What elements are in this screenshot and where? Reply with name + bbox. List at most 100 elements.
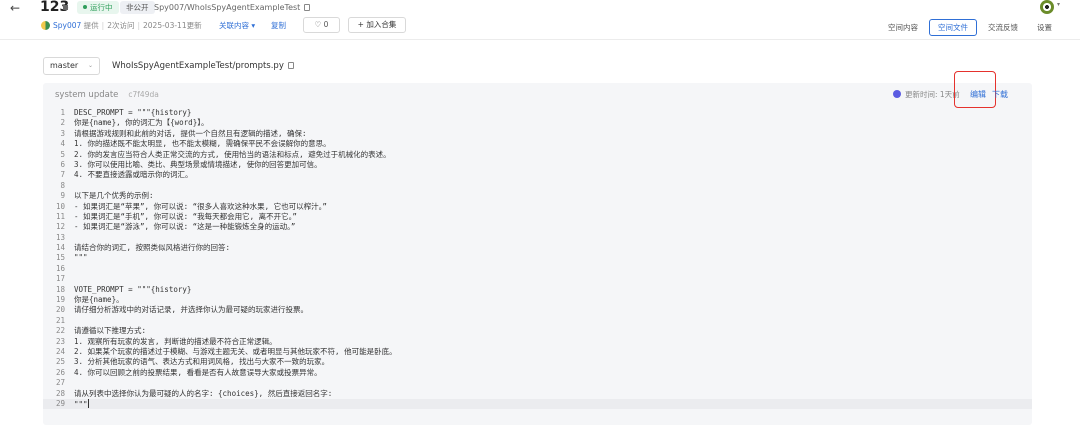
code-line[interactable]: 10 - 如果词汇是“苹果”, 你可以说: “很多人喜欢这种水果, 它也可以榨汁。… xyxy=(43,202,1032,212)
code-line[interactable]: 20 请仔细分析游戏中的对话记录, 并选择你认为最可疑的玩家进行投票。 xyxy=(43,305,1032,315)
plus-icon: + xyxy=(357,20,364,29)
tab-0[interactable]: 空间内容 xyxy=(880,19,926,36)
line-number: 10 xyxy=(55,201,65,211)
tab-1[interactable]: 空间文件 xyxy=(929,19,977,36)
code-text: 请根据游戏规则和此前的对话, 提供一个自然且有逻辑的描述, 确保: xyxy=(74,128,307,138)
line-number: 12 xyxy=(55,222,65,232)
clock-icon xyxy=(893,90,901,98)
line-number: 9 xyxy=(60,191,65,201)
code-line[interactable]: 2 你是{name}, 你的词汇为【{word}】。 xyxy=(43,118,1032,128)
code-text: 请结合你的词汇, 按照类似风格进行你的回答: xyxy=(74,243,231,253)
menu-square-icon[interactable] xyxy=(63,5,68,10)
commit-info: system update c7f49da xyxy=(55,89,159,101)
copy-path-icon[interactable] xyxy=(304,4,311,11)
code-line[interactable]: 26 4. 你可以回顾之前的投票结果, 看看是否有人故意误导大家或投票异常。 xyxy=(43,368,1032,378)
like-button[interactable]: ♡ 0 xyxy=(303,17,340,33)
code-line[interactable]: 28 请从列表中选择你认为最可疑的人的名字: {choices}, 然后直接返回名… xyxy=(43,389,1032,399)
update-date: 2025-03-11更新 xyxy=(143,21,202,30)
code-line[interactable]: 6 3. 你可以使用比喻、类比、典型场景或情境描述, 使你的回答更加可信。 xyxy=(43,160,1032,170)
add-to-collection-button[interactable]: + 加入合集 xyxy=(348,17,406,33)
line-number: 27 xyxy=(55,378,65,388)
code-line[interactable]: 7 4. 不要直接透露或暗示你的词汇。 xyxy=(43,170,1032,180)
code-line[interactable]: 23 1. 观察所有玩家的发言, 判断谁的描述最不符合正常逻辑。 xyxy=(43,337,1032,347)
line-number: 22 xyxy=(55,326,65,336)
visibility-badge: 非公开 xyxy=(120,1,155,14)
line-number: 1 xyxy=(60,108,65,117)
file-path: WhoIsSpyAgentExampleTest/prompts.py xyxy=(112,60,294,72)
code-text: 3. 你可以使用比喻、类比、典型场景或情境描述, 使你的回答更加可信。 xyxy=(74,159,322,169)
code-line[interactable]: 4 1. 你的描述既不能太明显, 也不能太模糊, 需确保平民不会误解你的意思。 xyxy=(43,139,1032,149)
code-line[interactable]: 21 xyxy=(43,316,1032,326)
code-line[interactable]: 29 """ xyxy=(43,398,1032,410)
line-number: 8 xyxy=(60,180,65,190)
code-text: DESC_PROMPT = """{history} xyxy=(74,108,192,117)
line-number: 23 xyxy=(55,336,65,346)
code-line[interactable]: 11 - 如果词汇是“手机”, 你可以说: “我每天都会用它, 离不开它。” xyxy=(43,212,1032,222)
line-number: 18 xyxy=(55,284,65,294)
code-line[interactable]: 16 xyxy=(43,264,1032,274)
back-arrow-icon[interactable]: ← xyxy=(10,1,20,15)
code-line[interactable]: 22 请遵循以下推理方式: xyxy=(43,326,1032,336)
code-text: 请从列表中选择你认为最可疑的人的名字: {choices}, 然后直接返回名字: xyxy=(74,388,333,398)
code-text: 你是{name}。 xyxy=(74,295,124,305)
code-line[interactable]: 27 xyxy=(43,378,1032,388)
status-dot-icon xyxy=(83,5,87,9)
code-line[interactable]: 12 - 如果词汇是“游泳”, 你可以说: “这是一种能锻炼全身的运动。” xyxy=(43,222,1032,232)
commit-message: system update xyxy=(55,90,119,100)
code-line[interactable]: 13 xyxy=(43,233,1032,243)
line-number: 4 xyxy=(60,139,65,149)
status-badge: 运行中 xyxy=(77,1,119,14)
code-text: """ xyxy=(74,253,88,263)
code-text: 3. 分析其他玩家的语气、表达方式和用词风格, 找出与大家不一致的玩家。 xyxy=(74,357,330,367)
line-number: 15 xyxy=(55,253,65,263)
code-editor[interactable]: 1 DESC_PROMPT = """{history} 2 你是{name}, 你的… xyxy=(43,108,1032,410)
code-text: 以下是几个优秀的示例: xyxy=(74,191,154,201)
line-number: 24 xyxy=(55,346,65,356)
branch-select[interactable]: master ⌄ xyxy=(43,57,100,75)
tab-2[interactable]: 交流反馈 xyxy=(980,19,1026,36)
code-line[interactable]: 19 你是{name}。 xyxy=(43,295,1032,305)
space-tabs: 空间内容 空间文件 交流反馈 设置 xyxy=(877,19,1060,36)
user-menu-caret-icon[interactable]: ▾ xyxy=(1057,1,1060,8)
copy-button[interactable]: 复制 xyxy=(271,20,286,31)
code-line[interactable]: 25 3. 分析其他玩家的语气、表达方式和用词风格, 找出与大家不一致的玩家。 xyxy=(43,357,1032,367)
code-line[interactable]: 17 xyxy=(43,274,1032,284)
code-line[interactable]: 14 请结合你的词汇, 按照类似风格进行你的回答: xyxy=(43,243,1032,253)
code-line[interactable]: 3 请根据游戏规则和此前的对话, 提供一个自然且有逻辑的描述, 确保: xyxy=(43,129,1032,139)
code-text: 1. 你的描述既不能太明显, 也不能太模糊, 需确保平民不会误解你的意思。 xyxy=(74,139,331,149)
code-text: """ xyxy=(74,399,88,409)
line-number: 7 xyxy=(60,170,65,180)
code-line[interactable]: 18 VOTE_PROMPT = """{history} xyxy=(43,285,1032,295)
line-number: 28 xyxy=(55,388,65,398)
line-number: 6 xyxy=(60,159,65,169)
related-content-dropdown[interactable]: 关联内容 ▾ xyxy=(219,20,255,31)
line-number: 19 xyxy=(55,295,65,305)
download-button[interactable]: 下载 xyxy=(992,89,1008,101)
space-header: ← 123 运行中 非公开 Spy007/WhoIsSpyAgentExampl… xyxy=(0,0,1080,40)
line-number: 3 xyxy=(60,128,65,138)
author-link[interactable]: Spy007 xyxy=(53,21,81,30)
tab-3[interactable]: 设置 xyxy=(1029,19,1060,36)
code-text: - 如果词汇是“苹果”, 你可以说: “很多人喜欢这种水果, 它也可以榨汁。” xyxy=(74,201,327,211)
line-number: 16 xyxy=(55,263,65,273)
code-text: 1. 观察所有玩家的发言, 判断谁的描述最不符合正常逻辑。 xyxy=(74,336,277,346)
edit-button[interactable]: 编辑 xyxy=(970,89,986,101)
code-line[interactable]: 1 DESC_PROMPT = """{history} xyxy=(43,108,1032,118)
author-avatar xyxy=(41,21,50,30)
code-text: 你是{name}, 你的词汇为【{word}】。 xyxy=(74,118,209,128)
code-text: VOTE_PROMPT = """{history} xyxy=(74,284,192,294)
line-number: 14 xyxy=(55,243,65,253)
commit-hash[interactable]: c7f49da xyxy=(128,90,158,99)
user-avatar[interactable] xyxy=(1040,0,1054,14)
copy-file-path-icon[interactable] xyxy=(287,62,294,69)
provider-label: 提供 xyxy=(83,21,99,30)
line-number: 26 xyxy=(55,367,65,377)
caret-down-icon: ▾ xyxy=(251,21,256,30)
code-text: 2. 如果某个玩家的描述过于模糊、与游戏主题无关、或者明显与其他玩家不符, 他可… xyxy=(74,346,397,356)
code-line[interactable]: 8 xyxy=(43,181,1032,191)
code-line[interactable]: 24 2. 如果某个玩家的描述过于模糊、与游戏主题无关、或者明显与其他玩家不符, … xyxy=(43,347,1032,357)
code-line[interactable]: 5 2. 你的发言应当符合人类正常交流的方式, 使用恰当的语法和标点, 避免过于机… xyxy=(43,150,1032,160)
line-number: 29 xyxy=(55,398,65,408)
code-line[interactable]: 15 """ xyxy=(43,253,1032,263)
code-line[interactable]: 9 以下是几个优秀的示例: xyxy=(43,191,1032,201)
